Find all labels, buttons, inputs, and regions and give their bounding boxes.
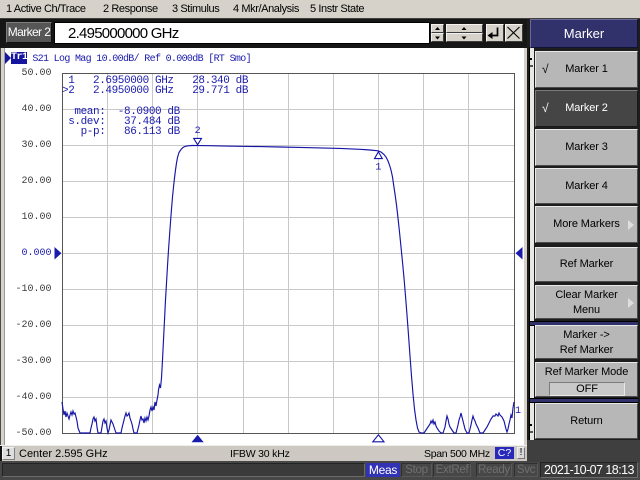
svg-text:1: 1 [375,163,381,174]
svg-text:1: 1 [515,406,521,417]
svg-text:2: 2 [195,126,201,137]
